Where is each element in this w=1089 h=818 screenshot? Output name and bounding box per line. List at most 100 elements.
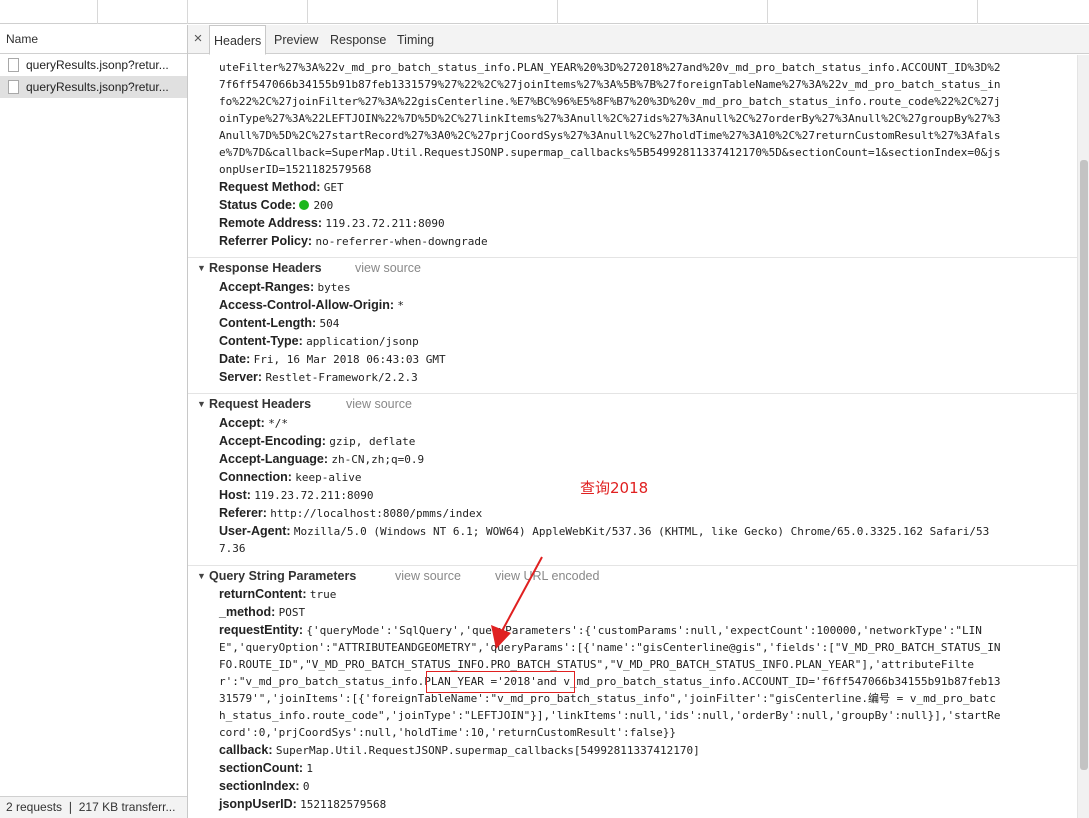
header-row: Host: 119.23.72.211:8090 — [219, 486, 374, 504]
key: Server: — [219, 370, 263, 384]
key: Accept-Language: — [219, 452, 329, 466]
toolbar-cell — [0, 0, 98, 24]
collapse-triangle-icon[interactable]: ▼ — [197, 566, 206, 586]
request-list-panel: Name queryResults.jsonp?retur... queryRe… — [0, 25, 188, 818]
key: Status Code: — [219, 198, 297, 212]
key: Referer: — [219, 506, 267, 520]
key: sectionIndex: — [219, 779, 300, 793]
header-row: Connection: keep-alive — [219, 468, 362, 486]
response-headers-section[interactable]: ▼ Response Headers view source — [188, 257, 1077, 277]
tab-timing[interactable]: Timing — [393, 25, 438, 54]
key: jsonpUserID: — [219, 797, 297, 811]
collapse-triangle-icon[interactable]: ▼ — [197, 258, 206, 278]
value: {'queryMode':'SqlQuery','queryParameters… — [306, 624, 982, 637]
query-params-section[interactable]: ▼ Query String Parameters view source vi… — [188, 565, 1077, 585]
request-name: queryResults.jsonp?retur... — [26, 80, 169, 94]
key: Accept-Ranges: — [219, 280, 315, 294]
file-icon — [8, 58, 19, 72]
url-line: 7f6ff547066b34155b91b87feb1331579%27%22%… — [219, 78, 1001, 91]
user-agent-continuation: 7.36 — [219, 542, 246, 555]
name-column-header[interactable]: Name — [0, 25, 187, 54]
value: 1521182579568 — [300, 798, 387, 811]
section-title: Query String Parameters — [209, 569, 357, 583]
tab-preview[interactable]: Preview — [270, 25, 322, 54]
toolbar-cell — [308, 0, 558, 24]
request-name: queryResults.jsonp?retur... — [26, 58, 169, 72]
view-source-link[interactable]: view source — [395, 566, 461, 586]
param-row: callback: SuperMap.Util.RequestJSONP.sup… — [219, 741, 700, 759]
value: 1 — [306, 762, 313, 775]
tab-response[interactable]: Response — [326, 25, 390, 54]
url-line: oinType%27%3A%22LEFTJOIN%22%7D%5D%2C%27l… — [219, 112, 1001, 125]
value: keep-alive — [295, 471, 362, 484]
key: Connection: — [219, 470, 292, 484]
url-line: e%7D%7D&callback=SuperMap.Util.RequestJS… — [219, 146, 1001, 159]
value: true — [309, 588, 337, 601]
key: Host: — [219, 488, 251, 502]
request-entity-line: cord':0,'prjCoordSys':null,'holdTime':10… — [219, 726, 676, 739]
key: Content-Type: — [219, 334, 303, 348]
user-agent-row: User-Agent: Mozilla/5.0 (Windows NT 6.1;… — [219, 522, 989, 540]
request-item[interactable]: queryResults.jsonp?retur... — [0, 54, 187, 76]
key: Referrer Policy: — [219, 234, 313, 248]
value: Restlet-Framework/2.2.3 — [265, 371, 418, 384]
value: gzip, deflate — [329, 435, 416, 448]
param-row: _method: POST — [219, 603, 305, 621]
key: Access-Control-Allow-Origin: — [219, 298, 395, 312]
key: User-Agent: — [219, 524, 291, 538]
header-row: Referer: http://localhost:8080/pmms/inde… — [219, 504, 482, 522]
top-toolbar — [0, 0, 1089, 24]
value: zh-CN,zh;q=0.9 — [331, 453, 425, 466]
section-title: Response Headers — [209, 261, 322, 275]
request-headers-section[interactable]: ▼ Request Headers view source — [188, 393, 1077, 413]
key: Accept-Encoding: — [219, 434, 326, 448]
header-row: Accept-Encoding: gzip, deflate — [219, 432, 415, 450]
vertical-scrollbar[interactable] — [1077, 55, 1089, 818]
headers-content: uteFilter%27%3A%22v_md_pro_batch_status_… — [188, 55, 1077, 818]
key: Date: — [219, 352, 251, 366]
status-ok-icon — [299, 200, 310, 210]
header-row: Accept-Language: zh-CN,zh;q=0.9 — [219, 450, 424, 468]
value: */* — [268, 417, 289, 430]
toolbar-cell — [98, 0, 188, 24]
header-row: Access-Control-Allow-Origin: * — [219, 296, 404, 314]
value: Fri, 16 Mar 2018 06:43:03 GMT — [253, 353, 446, 366]
url-line: fo%22%2C%27joinFilter%27%3A%22gisCenterl… — [219, 95, 1001, 108]
request-entity-line: h_status_info.route_code",'joinType':"LE… — [219, 709, 1001, 722]
view-source-link[interactable]: view source — [355, 258, 421, 278]
header-row: Content-Type: application/jsonp — [219, 332, 419, 350]
value: 119.23.72.211:8090 — [254, 489, 374, 502]
value: * — [397, 299, 404, 312]
value: http://localhost:8080/pmms/index — [270, 507, 483, 520]
request-item-selected[interactable]: queryResults.jsonp?retur... — [0, 76, 187, 98]
value: 119.23.72.211:8090 — [325, 217, 445, 230]
tab-headers[interactable]: Headers — [209, 25, 267, 55]
toolbar-cell — [768, 0, 978, 24]
param-row: jsonpUserID: 1521182579568 — [219, 795, 386, 813]
request-entity-line: 31579'",'joinItems':[{'foreignTableName'… — [219, 692, 996, 705]
value: GET — [323, 181, 344, 194]
collapse-triangle-icon[interactable]: ▼ — [197, 394, 206, 414]
url-line: onpUserID=1521182579568 — [219, 163, 372, 176]
url-line: uteFilter%27%3A%22v_md_pro_batch_status_… — [219, 61, 1001, 74]
key: requestEntity: — [219, 623, 304, 637]
view-source-link[interactable]: view source — [346, 394, 412, 414]
request-entity-line: r':"v_md_pro_batch_status_info.PLAN_YEAR… — [219, 675, 1001, 688]
key: Request Method: — [219, 180, 321, 194]
key: callback: — [219, 743, 273, 757]
value: 200 — [313, 199, 334, 212]
detail-tabs: × Headers Preview Response Timing — [188, 25, 1089, 55]
toolbar-cell — [188, 0, 308, 24]
value: POST — [278, 606, 306, 619]
header-row: Accept: */* — [219, 414, 288, 432]
annotation-label: 查询2018 — [580, 479, 649, 497]
value: SuperMap.Util.RequestJSONP.supermap_call… — [275, 744, 700, 757]
param-row: requestEntity: {'queryMode':'SqlQuery','… — [219, 621, 982, 639]
close-icon[interactable]: × — [188, 25, 208, 53]
remote-address-row: Remote Address: 119.23.72.211:8090 — [219, 214, 445, 232]
scrollbar-thumb[interactable] — [1080, 160, 1088, 770]
request-entity-line: FO.ROUTE_ID","V_MD_PRO_BATCH_STATUS_INFO… — [219, 658, 974, 671]
header-row: Server: Restlet-Framework/2.2.3 — [219, 368, 418, 386]
value: bytes — [317, 281, 351, 294]
value: application/jsonp — [306, 335, 419, 348]
